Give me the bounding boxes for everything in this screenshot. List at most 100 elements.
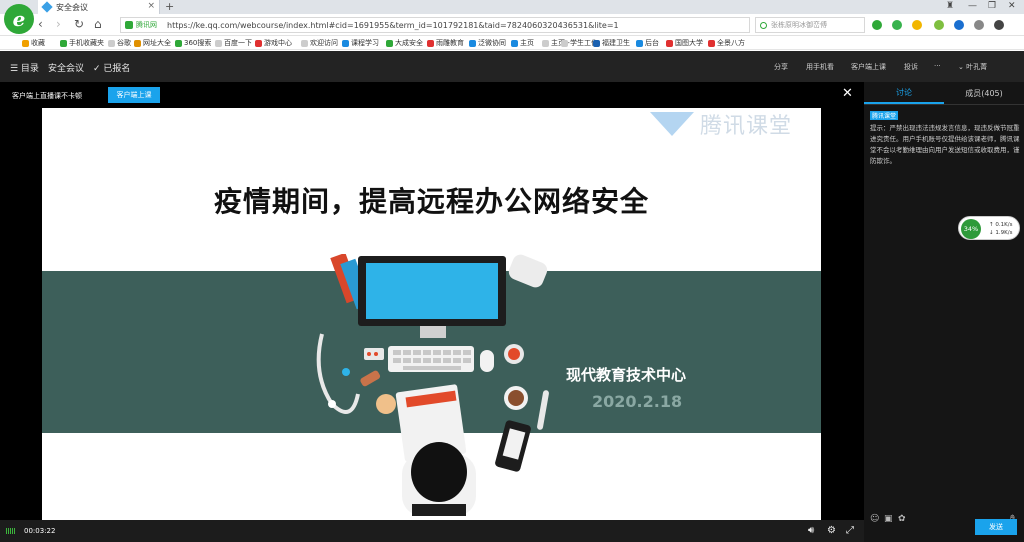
tab-discuss[interactable]: 讨论 bbox=[864, 82, 944, 104]
bookmark-item[interactable]: 全景八方 bbox=[708, 38, 745, 48]
search-placeholder: 张栋原明冰御峦傅 bbox=[771, 21, 827, 29]
close-notice-icon[interactable]: ✕ bbox=[842, 86, 853, 101]
bookmark-item[interactable]: 手机收藏夹 bbox=[60, 38, 104, 48]
video-player[interactable]: 客户端上直播课不卡顿 客户端上课 ✕ 腾讯课堂 疫情期间，提高远程办公网络安全 bbox=[0, 82, 864, 520]
bookmark-favicon-icon bbox=[511, 39, 518, 47]
grid-icon[interactable] bbox=[934, 20, 944, 30]
client-class-button[interactable]: 客户端上课 bbox=[851, 62, 886, 72]
bookmark-item[interactable]: 福建卫生 bbox=[593, 38, 630, 48]
more-button[interactable]: ··· bbox=[934, 62, 941, 70]
bookmark-item[interactable]: 大成安全 bbox=[386, 38, 423, 48]
bookmark-favicon-icon bbox=[301, 39, 308, 47]
refresh-icon[interactable]: ↻ bbox=[74, 17, 84, 31]
volume-icon[interactable]: 🔊︎ bbox=[808, 525, 814, 536]
registered-status[interactable]: ✓ 已报名 bbox=[93, 61, 130, 74]
tab-members[interactable]: 成员(405) bbox=[944, 82, 1024, 104]
home-icon[interactable]: ⌂ bbox=[94, 17, 102, 31]
notice-tag: 腾讯课堂 bbox=[870, 111, 899, 120]
bookmark-item[interactable]: 网址大全 bbox=[134, 38, 171, 48]
bookmark-favicon-icon bbox=[469, 39, 476, 47]
back-icon[interactable]: ‹ bbox=[38, 17, 43, 31]
browser-logo-icon: e bbox=[4, 4, 34, 34]
fullscreen-icon[interactable]: ⤢ bbox=[846, 525, 854, 536]
client-class-cta-button[interactable]: 客户端上课 bbox=[108, 87, 160, 103]
bookmark-item[interactable]: 游戏中心 bbox=[255, 38, 292, 48]
bookmark-favicon-icon bbox=[108, 39, 115, 47]
bookmark-item[interactable]: 百度一下 bbox=[215, 38, 252, 48]
upload-speed: ↑ 0.1K/s bbox=[989, 222, 1013, 228]
network-monitor[interactable]: 34% ↑ 0.1K/s ↓ 1.9K/s bbox=[958, 216, 1020, 240]
center-name: 现代教育技术中心 bbox=[566, 366, 687, 384]
complain-button[interactable]: 投诉 bbox=[904, 62, 918, 72]
bookmark-item[interactable]: 课程学习 bbox=[342, 38, 379, 48]
tab-close-icon[interactable]: × bbox=[147, 1, 155, 11]
address-bar-row: ‹ › ↻ ⌂ 腾讯网 https://ke.qq.com/webcourse/… bbox=[0, 14, 1024, 36]
image-icon[interactable]: ▣ bbox=[884, 514, 893, 524]
minimize-icon[interactable]: — bbox=[968, 1, 977, 11]
bookmark-label: 百度一下 bbox=[224, 39, 252, 47]
forward-icon[interactable]: › bbox=[56, 17, 61, 31]
zoom-icon[interactable] bbox=[954, 20, 964, 30]
bookmark-label: 大成安全 bbox=[395, 39, 423, 47]
bookmark-item[interactable]: 主页 bbox=[511, 38, 534, 48]
emoji-icon[interactable] bbox=[912, 20, 922, 30]
bookmark-favicon-icon bbox=[636, 39, 643, 47]
meeting-title: 安全会议 bbox=[48, 64, 85, 74]
share-button[interactable]: 分享 bbox=[774, 62, 788, 72]
bookmark-item[interactable]: 雨雕教育 bbox=[427, 38, 464, 48]
restore-icon[interactable]: ❐ bbox=[988, 1, 996, 11]
site-label: 腾讯网 bbox=[136, 21, 157, 29]
elapsed-time: 00:03:22 bbox=[24, 527, 56, 535]
bookmark-favicon-icon bbox=[342, 39, 349, 47]
bookmark-item[interactable]: 泛微协同 bbox=[469, 38, 506, 48]
scissors-icon[interactable] bbox=[872, 20, 882, 30]
mobile-watch-button[interactable]: 用手机看 bbox=[806, 62, 834, 72]
client-notice: 客户端上直播课不卡顿 bbox=[12, 92, 82, 100]
new-tab-icon[interactable]: + bbox=[165, 0, 174, 13]
bookmark-label: 欢迎访问 bbox=[310, 39, 338, 47]
tab-favicon-icon bbox=[41, 1, 53, 13]
bookmark-favicon-icon bbox=[134, 39, 141, 47]
settings-icon[interactable]: ⚙ bbox=[827, 525, 836, 536]
bookmark-favicon-icon bbox=[561, 39, 568, 47]
flower-icon[interactable]: ✿ bbox=[898, 514, 906, 524]
bookmark-label: 泛微协同 bbox=[478, 39, 506, 47]
bookmark-item[interactable]: 谷歌 bbox=[108, 38, 131, 48]
desk-illustration bbox=[316, 254, 549, 516]
send-button[interactable]: 发送 bbox=[975, 519, 1017, 535]
bookmark-label: 全景八方 bbox=[717, 39, 745, 47]
bookmark-item[interactable]: 360搜索 bbox=[175, 38, 211, 48]
shirt-icon[interactable]: ♜ bbox=[946, 1, 954, 11]
bookmark-favicon-icon bbox=[22, 39, 29, 47]
download-speed: ↓ 1.9K/s bbox=[989, 230, 1013, 236]
bookmark-favicon-icon bbox=[386, 39, 393, 47]
secure-icon bbox=[125, 21, 133, 29]
bookmarks-bar: 收藏 手机收藏夹 谷歌 网址大全 360搜索 百度一下 游戏中心 欢迎访问 课程学习 大成安全 雨雕… bbox=[0, 36, 1024, 50]
url-text: https://ke.qq.com/webcourse/index.html#c… bbox=[167, 20, 619, 30]
emoji-icon[interactable]: ☺ bbox=[870, 514, 879, 524]
window-close-icon[interactable]: ✕ bbox=[1008, 1, 1016, 11]
catalog-button[interactable]: ☰ 目录 bbox=[10, 61, 39, 74]
bookmark-label: 国图大学 bbox=[675, 39, 703, 47]
bookmark-item[interactable]: 后台 bbox=[636, 38, 659, 48]
bookmark-label: 谷歌 bbox=[117, 39, 131, 47]
signal-bars-icon bbox=[6, 528, 15, 534]
bookmark-favicon-icon bbox=[255, 39, 262, 47]
search-input[interactable]: 张栋原明冰御峦傅 bbox=[755, 17, 865, 33]
undo-icon[interactable] bbox=[994, 20, 1004, 30]
browser-tab[interactable]: 安全会议 × bbox=[38, 0, 160, 14]
bookmark-item[interactable]: 欢迎访问 bbox=[301, 38, 338, 48]
user-menu[interactable]: ⌄ 叶孔菁 bbox=[958, 62, 987, 72]
menu-icon[interactable] bbox=[974, 20, 984, 30]
bookmark-item[interactable]: 国图大学 bbox=[666, 38, 703, 48]
bookmark-favicon-icon bbox=[215, 39, 222, 47]
extension-icon[interactable] bbox=[892, 20, 902, 30]
tab-divider bbox=[864, 104, 1024, 105]
url-input[interactable]: 腾讯网 https://ke.qq.com/webcourse/index.ht… bbox=[120, 17, 750, 33]
bookmark-favicon-icon bbox=[427, 39, 434, 47]
search-icon bbox=[760, 21, 767, 29]
bookmark-item[interactable]: 收藏 bbox=[22, 38, 45, 48]
course-header: ☰ 目录 安全会议 ✓ 已报名 分享 用手机看 客户端上课 投诉 ··· ⌄ 叶… bbox=[0, 51, 1024, 82]
bookmark-favicon-icon bbox=[708, 39, 715, 47]
play-logo-icon bbox=[650, 112, 694, 136]
